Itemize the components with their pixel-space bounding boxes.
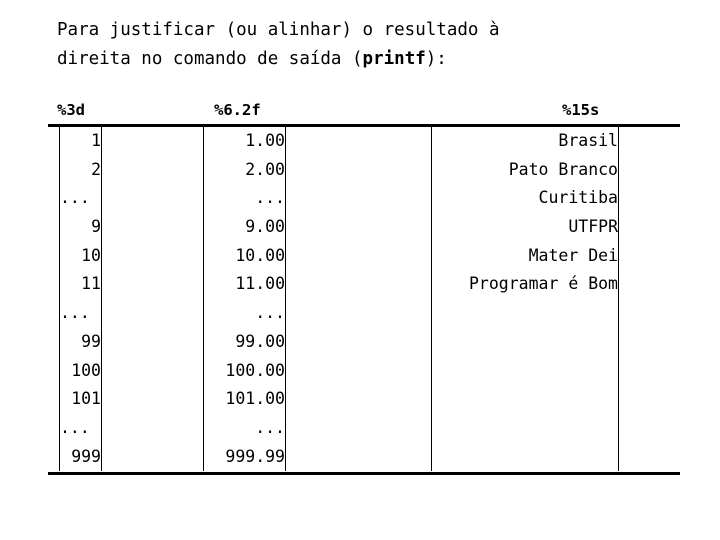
cell-float: 100.00 [203,356,286,386]
cell-float: ... [203,299,286,328]
column-header-int: %3d [57,101,85,119]
cell-int: 10 [59,241,102,271]
cell-float: 11.00 [203,270,286,300]
cell-int: 100 [59,356,102,386]
column-header-float: %6.2f [214,101,261,119]
cell-string: Curitiba [431,184,619,214]
cell-float: 99.00 [203,327,286,357]
cell-int: 2 [59,155,102,185]
cell-string [431,356,619,386]
table-row: ...... [48,299,680,328]
cell-float: ... [203,184,286,214]
intro-line-1: Para justificar (ou alinhar) o resultado… [57,20,500,40]
cell-string [431,385,619,414]
table-row: 101 101.00 [48,385,680,414]
intro-text: Para justificar (ou alinhar) o resultado… [57,16,677,74]
cell-int: 99 [59,327,102,357]
cell-string [431,299,619,328]
table-row: 9 9.00 UTFPR [48,213,680,242]
intro-line-2-suffix: ): [425,49,447,69]
format-table: %3d %6.2f %15s 1 1.00 Brasil 2 2.00 Pato Bran… [48,100,680,475]
table-row: ...... Curitiba [48,184,680,214]
table-row: 11 11.00 Programar é Bom [48,270,680,300]
cell-int: ... [59,184,102,214]
cell-float: 2.00 [203,155,286,185]
table-row: 100 100.00 [48,356,680,386]
cell-string: UTFPR [431,213,619,242]
table-row: 2 2.00 Pato Branco [48,155,680,185]
column-header-string: %15s [562,101,600,119]
intro-line-2-prefix: direita no comando de saída ( [57,49,363,69]
cell-int: 9 [59,213,102,242]
cell-float: 9.00 [203,213,286,242]
slide-canvas: Para justificar (ou alinhar) o resultado… [0,0,720,540]
cell-int: 1 [59,127,102,156]
cell-string [431,327,619,357]
table-body: 1 1.00 Brasil 2 2.00 Pato Branco...... Curitib… [48,127,680,472]
cell-float: 10.00 [203,241,286,271]
cell-string: Brasil [431,127,619,156]
table-row: 10 10.00 Mater Dei [48,241,680,271]
cell-string [431,413,619,443]
cell-float: ... [203,413,286,443]
cell-float: 1.00 [203,127,286,156]
cell-int: 999 [59,442,102,472]
cell-string: Programar é Bom [431,270,619,300]
table-header-row: %3d %6.2f %15s [48,100,680,124]
table-row: 999 999.99 [48,442,680,472]
printf-keyword: printf [362,49,426,69]
table-row: ...... [48,413,680,443]
cell-float: 999.99 [203,442,286,472]
table-row: 1 1.00 Brasil [48,127,680,156]
cell-int: 11 [59,270,102,300]
cell-int: 101 [59,385,102,414]
cell-int: ... [59,413,102,443]
cell-string: Pato Branco [431,155,619,185]
cell-int: ... [59,299,102,328]
table-bottom-rule [48,472,680,475]
cell-string: Mater Dei [431,241,619,271]
cell-float: 101.00 [203,385,286,414]
cell-string [431,442,619,472]
table-row: 99 99.00 [48,327,680,357]
